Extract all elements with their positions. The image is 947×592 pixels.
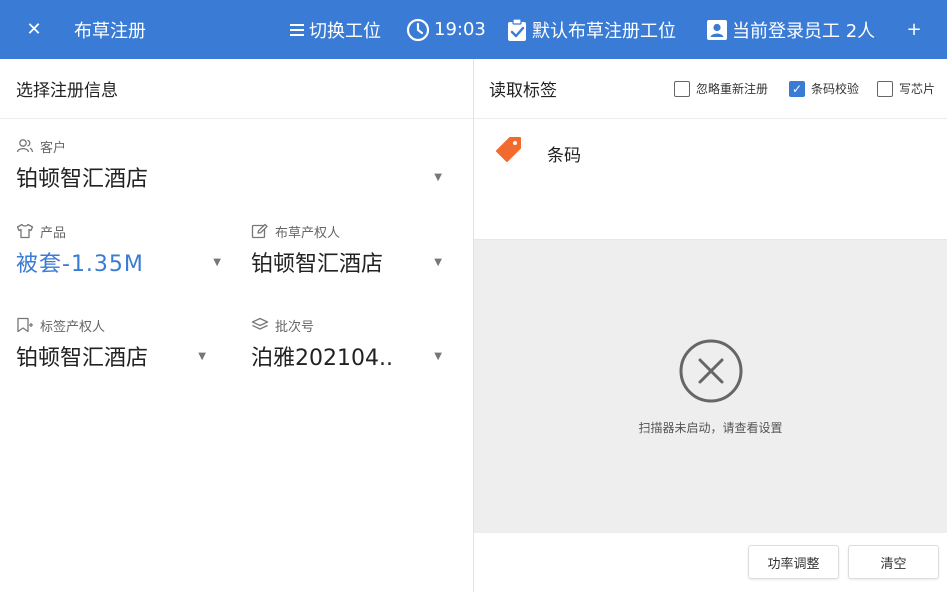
top-bar: ✕ 布草注册 切换工位 19:03 默认布草注册工位 当前登录员工 2人 + <box>0 0 947 59</box>
linen-owner-value: 铂顿智汇酒店 <box>251 252 384 277</box>
chevron-down-icon: ▼ <box>213 256 222 268</box>
ignore-reregister-label: 忽略重新注册 <box>696 82 769 96</box>
product-label: 产品 <box>40 225 67 241</box>
layers-icon <box>251 317 269 330</box>
customer-select[interactable]: 铂顿智汇酒店 ▼ <box>16 161 442 193</box>
checkbox-checked-icon: ✓ <box>789 80 805 97</box>
barcode-verify-label: 条码校验 <box>811 82 860 96</box>
product-select[interactable]: 被套-1.35M ▼ <box>16 246 222 278</box>
batch-value: 泊雅202104.. <box>251 346 393 371</box>
users-icon <box>16 139 34 153</box>
switch-station-label: 切换工位 <box>309 20 381 42</box>
chevron-down-icon: ▼ <box>434 256 442 268</box>
scanner-status-area: 扫描器未启动，请查看设置 <box>474 240 947 533</box>
customer-field: 客户 铂顿智汇酒店 ▼ <box>16 137 442 193</box>
customer-label: 客户 <box>40 140 67 156</box>
plus-icon: + <box>906 19 922 40</box>
add-button[interactable]: + <box>902 0 926 59</box>
action-bar: 功率调整 清空 <box>474 533 947 592</box>
read-tag-panel: 读取标签 忽略重新注册 ✓ 条码校验 写芯片 条码 扫描器未启动，请查看设置 功… <box>474 59 947 592</box>
tag-owner-label: 标签产权人 <box>40 319 106 335</box>
barcode-area: 条码 <box>474 119 947 240</box>
clock: 19:03 <box>406 0 486 59</box>
batch-select[interactable]: 泊雅202104.. ▼ <box>251 340 442 372</box>
registration-info-panel: 选择注册信息 客户 铂顿智汇酒店 ▼ 产品 被套-1.35M ▼ 布草产权人 铂… <box>0 59 473 592</box>
tag-icon <box>494 135 524 169</box>
switch-station-button[interactable]: 切换工位 <box>289 0 381 59</box>
chevron-down-icon: ▼ <box>434 350 442 362</box>
checkbox-unchecked-icon <box>877 80 893 97</box>
chevron-down-icon: ▼ <box>434 171 442 183</box>
shirt-icon <box>16 223 34 239</box>
current-staff-label: 当前登录员工 2人 <box>732 20 876 42</box>
barcode-label: 条码 <box>547 146 581 166</box>
chevron-down-icon: ▼ <box>198 350 206 362</box>
tag-owner-value: 铂顿智汇酒店 <box>16 346 149 371</box>
clipboard-check-icon <box>506 17 528 42</box>
clear-button[interactable]: 清空 <box>848 545 939 579</box>
linen-owner-label: 布草产权人 <box>275 225 341 241</box>
product-value: 被套-1.35M <box>16 252 144 277</box>
power-adjust-button[interactable]: 功率调整 <box>748 545 839 579</box>
registration-info-heading: 选择注册信息 <box>0 59 473 119</box>
tag-owner-field: 标签产权人 铂顿智汇酒店 ▼ <box>16 316 206 372</box>
linen-owner-field: 布草产权人 铂顿智汇酒店 ▼ <box>251 222 442 278</box>
tag-owner-select[interactable]: 铂顿智汇酒店 ▼ <box>16 340 206 372</box>
scanner-status-text: 扫描器未启动，请查看设置 <box>638 421 783 435</box>
edit-icon <box>251 223 268 239</box>
batch-label: 批次号 <box>275 319 315 335</box>
write-chip-label: 写芯片 <box>899 82 936 96</box>
read-tag-header: 读取标签 忽略重新注册 ✓ 条码校验 写芯片 <box>474 59 947 119</box>
linen-owner-select[interactable]: 铂顿智汇酒店 ▼ <box>251 246 442 278</box>
write-chip-checkbox[interactable]: 写芯片 <box>877 80 935 97</box>
close-icon: ✕ <box>26 19 42 40</box>
batch-field: 批次号 泊雅202104.. ▼ <box>251 316 442 372</box>
checkbox-unchecked-icon <box>674 80 690 97</box>
page-title: 布草注册 <box>74 20 146 42</box>
customer-value: 铂顿智汇酒店 <box>16 167 149 192</box>
ignore-reregister-checkbox[interactable]: 忽略重新注册 <box>674 80 768 97</box>
product-field: 产品 被套-1.35M ▼ <box>16 222 222 278</box>
bookmark-plus-icon <box>17 317 33 333</box>
x-circle-icon <box>678 338 744 408</box>
clock-icon <box>406 18 430 42</box>
read-tag-heading: 读取标签 <box>489 81 557 101</box>
clock-time: 19:03 <box>434 19 486 40</box>
close-button[interactable]: ✕ <box>22 0 46 59</box>
menu-icon <box>289 23 305 37</box>
default-station-label: 默认布草注册工位 <box>532 20 676 42</box>
current-staff-button[interactable]: 当前登录员工 2人 <box>706 0 875 59</box>
default-station-button[interactable]: 默认布草注册工位 <box>506 0 676 59</box>
user-badge-icon <box>706 19 728 41</box>
barcode-verify-checkbox[interactable]: ✓ 条码校验 <box>789 80 859 97</box>
